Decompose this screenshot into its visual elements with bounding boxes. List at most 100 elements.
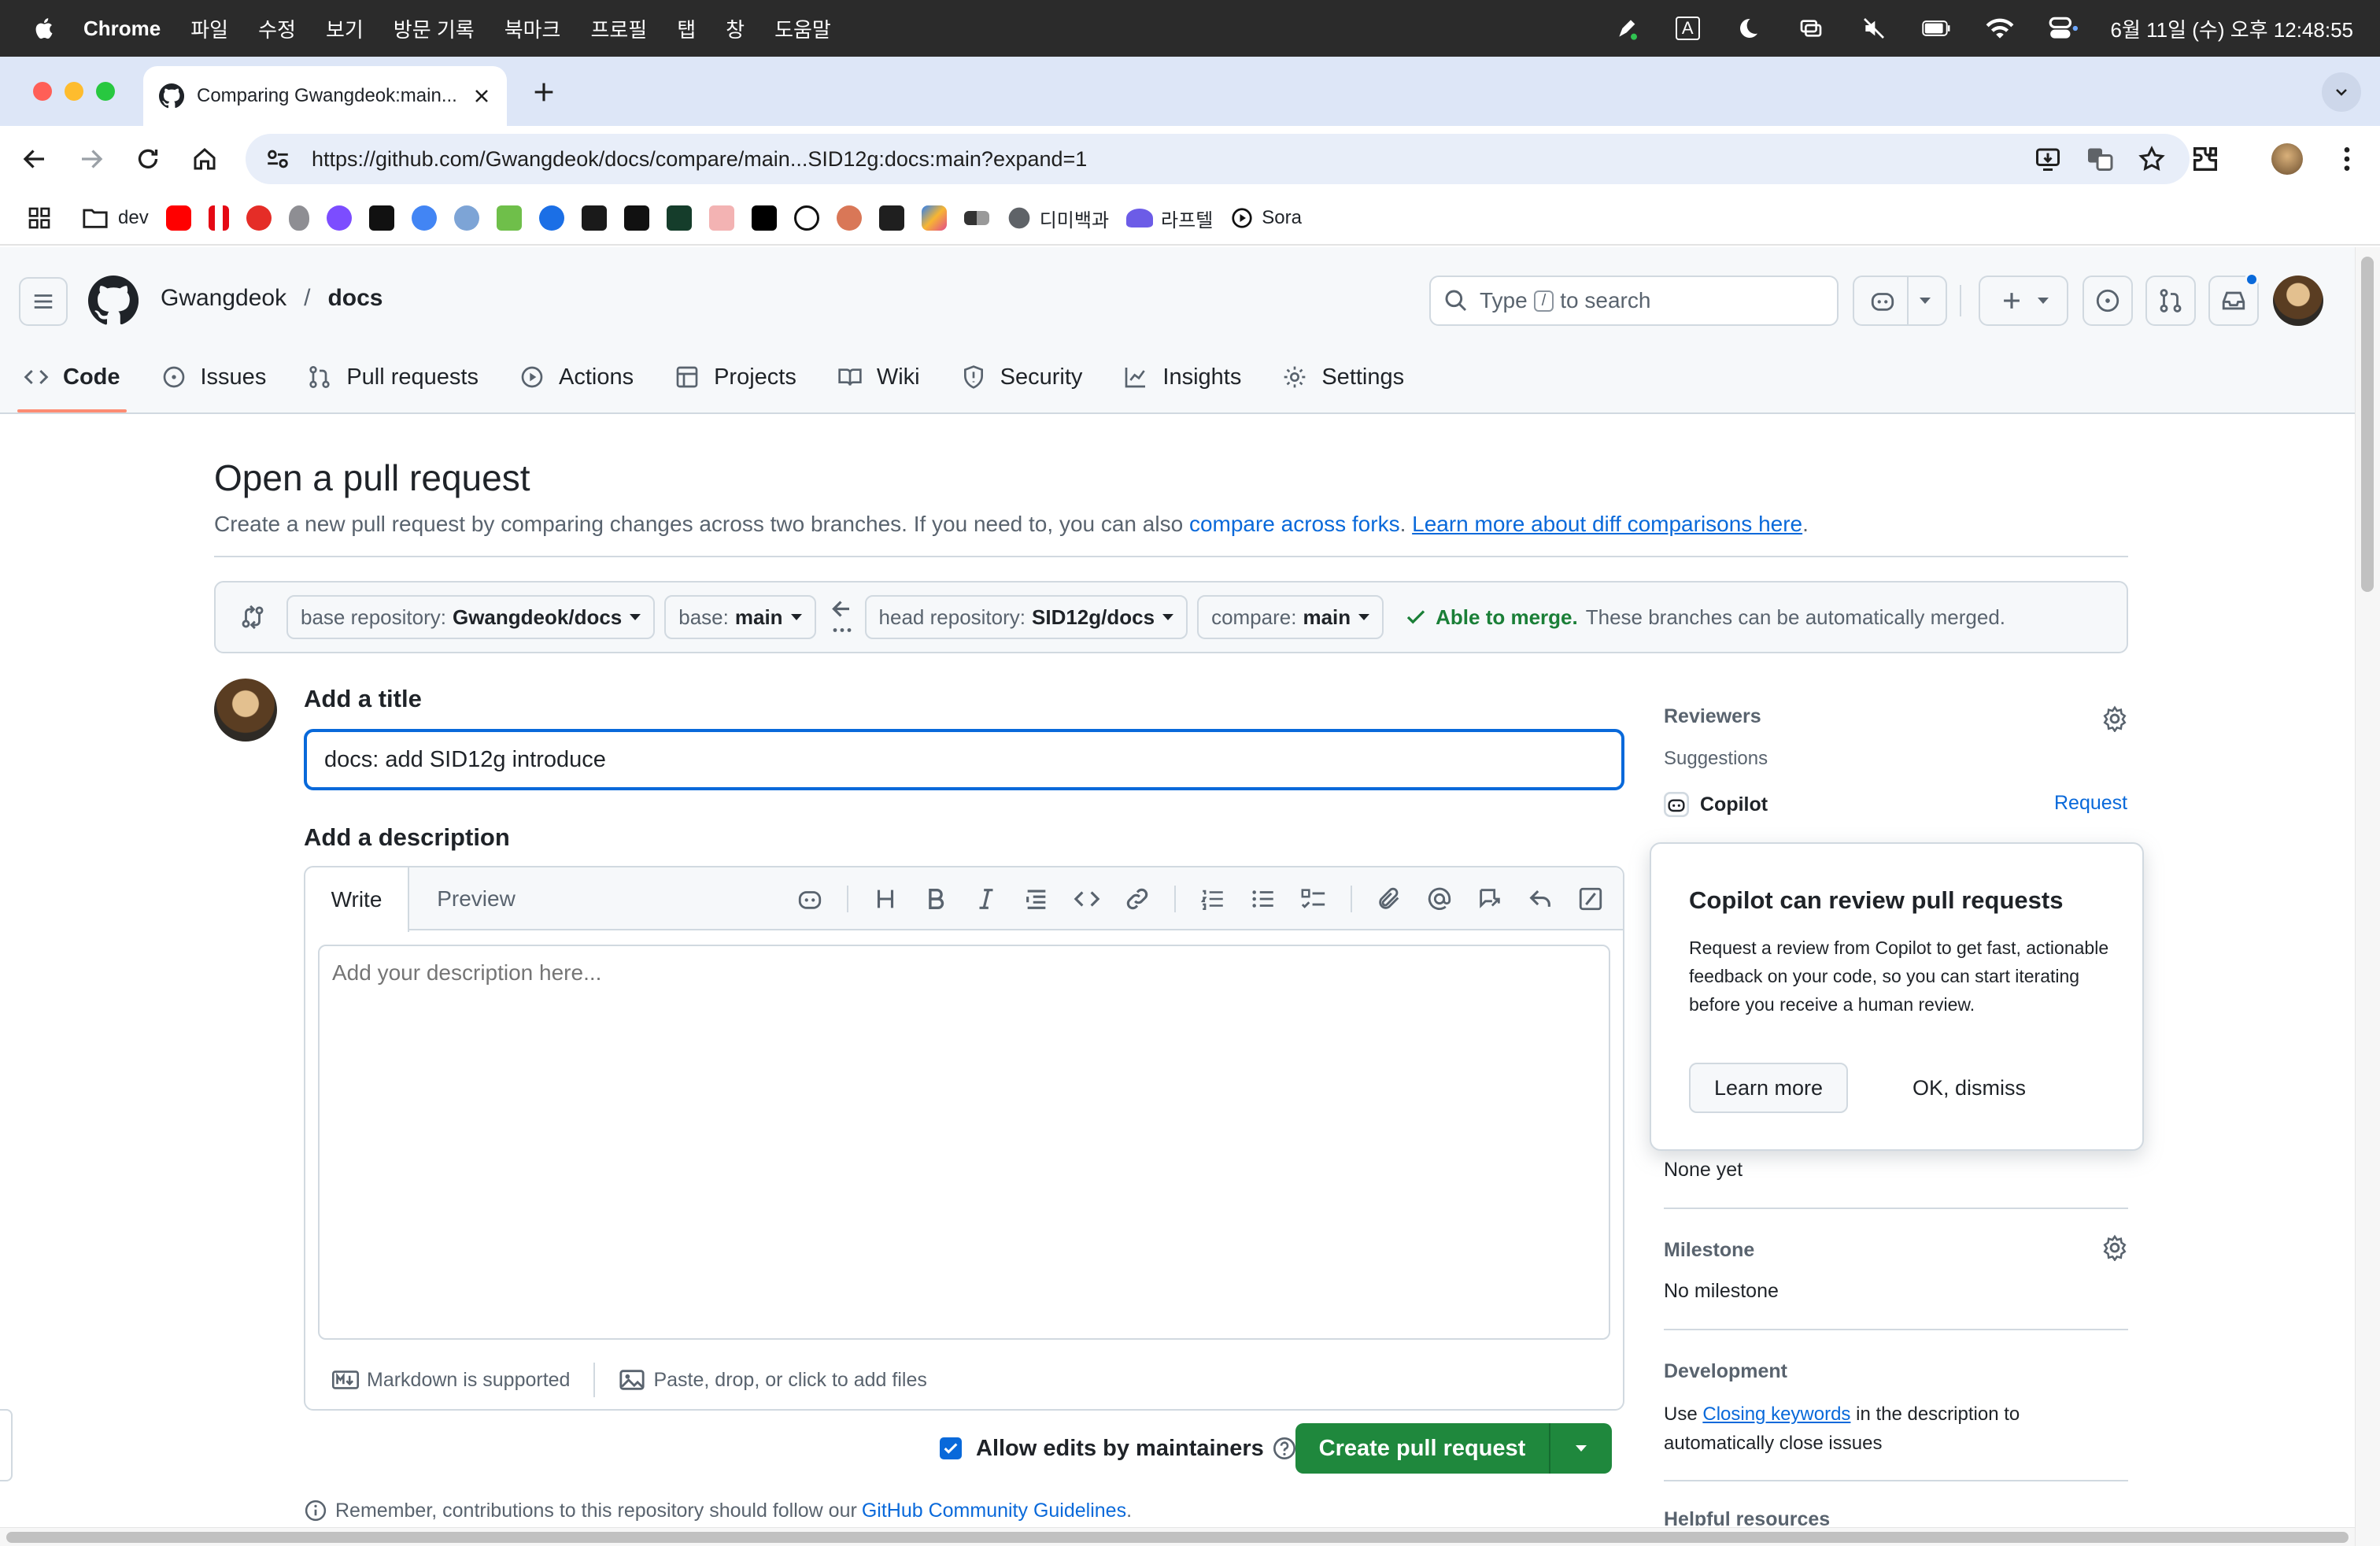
bookmark-green-image[interactable] (496, 205, 522, 231)
markdown-supported-link[interactable]: Markdown is supported (332, 1368, 570, 1392)
author-avatar[interactable] (214, 679, 277, 742)
back-arrow-icon[interactable] (20, 145, 49, 173)
italic-icon[interactable] (973, 886, 1000, 912)
address-bar[interactable]: https://github.com/Gwangdeok/docs/compar… (246, 134, 2190, 184)
home-icon[interactable] (190, 145, 219, 173)
battery-icon[interactable] (1921, 16, 1952, 41)
apps-grid-icon[interactable] (27, 205, 52, 231)
menu-window[interactable]: 창 (726, 14, 745, 43)
bookmark-laftel[interactable]: 라프텔 (1126, 205, 1213, 232)
input-source-indicator[interactable]: A (1675, 17, 1700, 40)
tab-projects[interactable]: Projects (674, 357, 796, 397)
wifi-icon[interactable] (1985, 16, 2015, 41)
popover-dismiss-button[interactable]: OK, dismiss (1890, 1063, 2048, 1113)
tab-preview[interactable]: Preview (409, 867, 543, 930)
popover-learn-more-button[interactable]: Learn more (1689, 1063, 1848, 1113)
bookmark-youtube[interactable] (165, 205, 191, 231)
create-new-button[interactable] (1979, 276, 2068, 326)
vertical-scrollbar-thumb[interactable] (2361, 257, 2374, 592)
description-textarea[interactable] (318, 945, 1610, 1340)
bookmark-netflix[interactable] (208, 205, 229, 231)
bookmark-folder-dev[interactable]: dev (82, 206, 149, 230)
unordered-list-icon[interactable] (1250, 886, 1277, 912)
tab-insights[interactable]: Insights (1123, 357, 1241, 397)
translate-icon[interactable] (2086, 145, 2114, 173)
reviewers-gear-icon[interactable] (2101, 705, 2128, 732)
bookmark-openai[interactable] (793, 205, 819, 231)
reply-icon[interactable] (1527, 886, 1554, 912)
horizontal-scrollbar-thumb[interactable] (6, 1532, 2349, 1543)
window-zoom-button[interactable] (96, 82, 115, 101)
browser-tab-active[interactable]: Comparing Gwangdeok:main... (143, 66, 507, 126)
bookmark-pink-grid[interactable] (708, 205, 734, 231)
chrome-menu-kebab-icon[interactable] (2331, 143, 2363, 175)
moon-icon[interactable] (1733, 16, 1763, 41)
repo-link[interactable]: docs (327, 285, 382, 312)
menubar-clock[interactable]: 6월 11일 (수) 오후 12:48:55 (2111, 14, 2353, 43)
forward-arrow-icon[interactable] (77, 145, 105, 173)
mention-icon[interactable] (1426, 886, 1453, 912)
bookmark-letterboxd[interactable] (623, 205, 649, 231)
bold-icon[interactable] (922, 886, 949, 912)
menu-app-name[interactable]: Chrome (83, 17, 161, 41)
extensions-puzzle-icon[interactable] (2190, 143, 2221, 175)
menu-view[interactable]: 보기 (326, 14, 364, 43)
bookmark-gray-bar[interactable] (963, 211, 989, 225)
menu-profiles[interactable]: 프로필 (590, 14, 647, 43)
bookmark-sora[interactable]: Sora (1230, 206, 1302, 230)
window-minimize-button[interactable] (65, 82, 83, 101)
copilot-icon[interactable] (796, 886, 823, 912)
tab-wiki[interactable]: Wiki (837, 357, 920, 397)
chrome-profile-avatar[interactable] (2271, 143, 2303, 175)
menu-history[interactable]: 방문 기록 (394, 14, 475, 43)
base-repository-select[interactable]: base repository: Gwangdeok/docs (286, 595, 656, 639)
bookmark-duck[interactable] (453, 205, 479, 231)
request-copilot-review-link[interactable]: Request (2054, 792, 2127, 815)
bookmark-star-black[interactable] (751, 205, 777, 231)
global-nav-menu-button[interactable] (19, 277, 68, 326)
paperclip-icon[interactable] (1376, 886, 1402, 912)
menu-help[interactable]: 도움말 (774, 14, 831, 43)
user-avatar[interactable] (2273, 276, 2323, 326)
url-text[interactable]: https://github.com/Gwangdeok/docs/compar… (312, 147, 2034, 172)
learn-diff-comparisons-link[interactable]: Learn more about diff comparisons here (1412, 512, 1802, 536)
link-icon[interactable] (1124, 886, 1151, 912)
apple-icon[interactable] (33, 17, 54, 40)
create-pr-options-button[interactable] (1550, 1423, 1612, 1474)
side-panel-handle[interactable] (0, 1409, 13, 1481)
reload-icon[interactable] (134, 145, 162, 173)
compare-branch-select[interactable]: compare: main (1197, 595, 1384, 639)
tab-search-button[interactable] (2322, 72, 2361, 112)
bookmark-red-play[interactable] (246, 205, 272, 231)
site-info-icon[interactable] (264, 146, 291, 172)
base-branch-select[interactable]: base: main (664, 595, 816, 639)
milestone-gear-icon[interactable] (2101, 1234, 2128, 1261)
milestone-heading[interactable]: Milestone (1664, 1239, 1754, 1262)
pr-title-input[interactable] (304, 729, 1624, 790)
tab-settings[interactable]: Settings (1282, 357, 1404, 397)
tab-pull-requests[interactable]: Pull requests (307, 357, 479, 397)
menu-tab[interactable]: 탭 (677, 14, 696, 43)
bookmark-star-icon[interactable] (2138, 145, 2166, 173)
github-logo-icon[interactable] (88, 276, 139, 326)
search-input[interactable]: Type / to search (1429, 276, 1839, 326)
tab-actions[interactable]: Actions (519, 357, 634, 397)
tab-issues[interactable]: Issues (161, 357, 266, 397)
bookmark-apple[interactable] (288, 205, 309, 231)
bookmark-claude[interactable] (836, 205, 862, 231)
bookmark-blue-cloud[interactable] (538, 205, 564, 231)
closing-keywords-link[interactable]: Closing keywords (1702, 1404, 1850, 1425)
bookmark-green-bolt[interactable] (666, 205, 692, 231)
copilot-menu-button[interactable] (1853, 276, 1947, 326)
ordered-list-icon[interactable] (1199, 886, 1226, 912)
bookmark-arc[interactable] (581, 205, 607, 231)
menu-file[interactable]: 파일 (190, 14, 228, 43)
bookmark-purple[interactable] (326, 205, 352, 231)
tab-write[interactable]: Write (305, 867, 409, 932)
new-tab-icon[interactable] (530, 79, 557, 105)
bookmark-blue-swirl[interactable] (411, 205, 437, 231)
create-pull-request-button[interactable]: Create pull request (1295, 1423, 1549, 1474)
install-app-icon[interactable] (2034, 145, 2062, 173)
reviewers-heading[interactable]: Reviewers (1664, 705, 1761, 728)
bookmark-black-box[interactable] (368, 205, 394, 231)
